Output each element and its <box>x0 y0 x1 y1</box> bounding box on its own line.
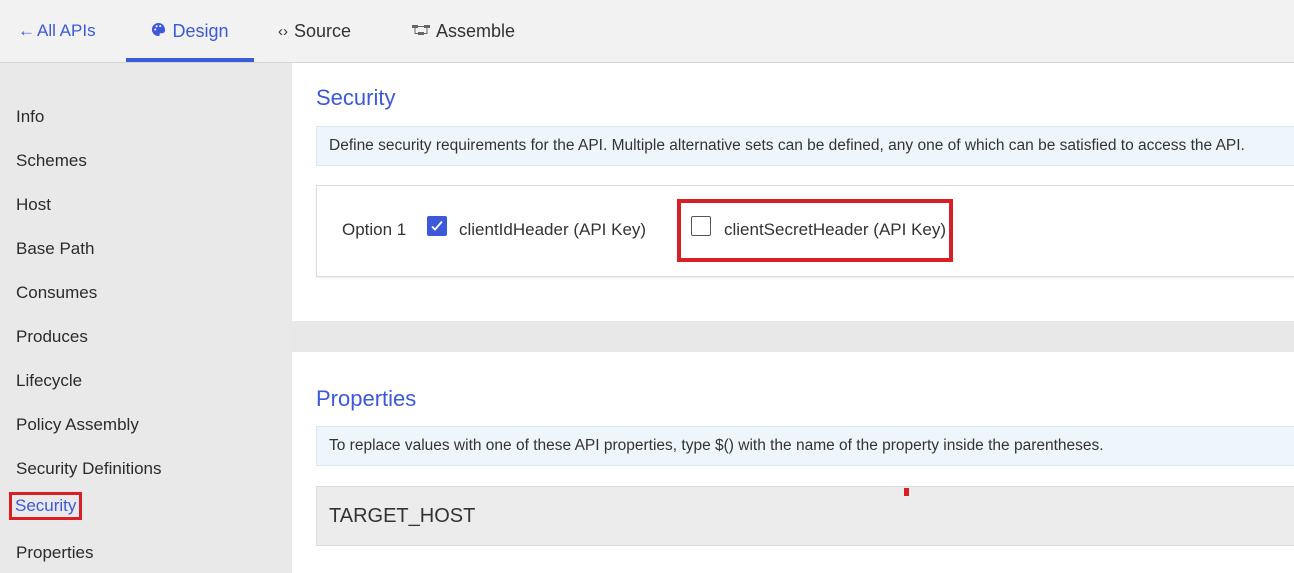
client-id-checkbox[interactable] <box>427 216 447 236</box>
properties-description: To replace values with one of these API … <box>316 426 1294 466</box>
sidebar-item-base-path[interactable]: Base Path <box>12 237 98 261</box>
tab-assemble-label: Assemble <box>436 20 516 41</box>
properties-panel: Properties To replace values with one of… <box>292 352 1294 573</box>
top-nav: ← All APIs Design ‹› Source Assemble <box>0 0 1294 63</box>
option-label: Option 1 <box>342 220 407 239</box>
arrow-left-icon: ← <box>18 21 35 40</box>
sidebar-item-security-definitions[interactable]: Security Definitions <box>12 457 166 481</box>
client-secret-label[interactable]: clientSecretHeader (API Key) <box>724 220 946 240</box>
tab-design-label: Design <box>172 20 229 41</box>
security-description: Define security requirements for the API… <box>316 126 1294 166</box>
code-icon: ‹› <box>278 22 288 40</box>
security-panel: Security Define security requirements fo… <box>292 63 1294 321</box>
sidebar-item-info[interactable]: Info <box>12 105 48 129</box>
sidebar-item-produces[interactable]: Produces <box>12 325 92 349</box>
properties-title: Properties <box>316 386 417 411</box>
tab-source[interactable]: ‹› Source <box>278 0 351 62</box>
tab-source-label: Source <box>294 20 352 41</box>
property-row-target-host[interactable]: TARGET_HOST <box>316 486 1294 546</box>
client-secret-checkbox[interactable] <box>691 216 711 236</box>
check-icon <box>431 220 443 231</box>
sidebar-item-security[interactable]: Security <box>9 492 83 520</box>
all-apis-link[interactable]: ← All APIs <box>18 0 96 62</box>
sidebar-item-lifecycle[interactable]: Lifecycle <box>12 369 86 393</box>
palette-icon <box>151 22 166 41</box>
security-option-card: Option 1 clientIdHeader (API Key) client… <box>316 185 1294 277</box>
client-id-label[interactable]: clientIdHeader (API Key) <box>459 220 646 240</box>
marker-dot <box>904 488 909 496</box>
property-name: TARGET_HOST <box>329 504 476 527</box>
sidebar-item-policy-assembly[interactable]: Policy Assembly <box>12 413 143 437</box>
security-title: Security <box>316 85 396 110</box>
sidebar-item-schemes[interactable]: Schemes <box>12 149 91 173</box>
sidebar-item-host[interactable]: Host <box>12 193 55 217</box>
flow-icon <box>412 23 430 40</box>
sidebar: Info Schemes Host Base Path Consumes Pro… <box>0 63 290 573</box>
tab-assemble[interactable]: Assemble <box>412 0 515 62</box>
sidebar-item-consumes[interactable]: Consumes <box>12 281 101 305</box>
all-apis-label: All APIs <box>37 21 96 40</box>
sidebar-item-properties[interactable]: Properties <box>12 541 97 565</box>
tab-design[interactable]: Design <box>126 0 254 62</box>
